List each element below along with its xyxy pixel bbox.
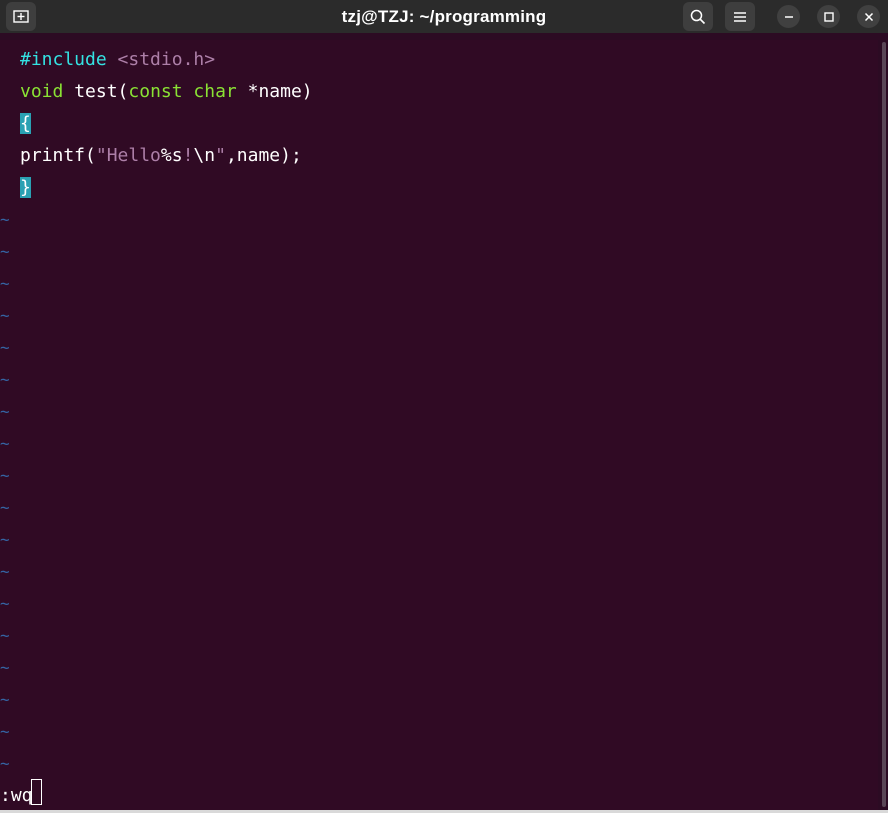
parameter: *name)	[247, 81, 313, 102]
code-line-open-brace: {	[20, 109, 31, 139]
close-icon	[864, 12, 873, 21]
format-specifier: %s	[160, 145, 183, 166]
keyword-char: char	[193, 81, 237, 102]
empty-line-marker: ~	[0, 338, 10, 357]
minimize-button[interactable]	[777, 5, 800, 28]
escape-sequence: \n	[193, 145, 216, 166]
empty-line-marker: ~	[0, 242, 10, 261]
keyword-const: const	[128, 81, 183, 102]
scrollbar-thumb[interactable]	[882, 42, 886, 807]
string-text: Hello	[106, 145, 161, 166]
text-cursor	[31, 779, 42, 805]
empty-line-marker: ~	[0, 274, 10, 293]
empty-line-marker: ~	[0, 562, 10, 581]
string-quote-open: "	[95, 145, 107, 166]
printf-args: ,name);	[225, 145, 302, 166]
search-icon	[690, 9, 706, 24]
empty-line-marker: ~	[0, 658, 10, 677]
hamburger-menu-icon	[734, 11, 746, 22]
search-button[interactable]	[683, 2, 713, 31]
empty-line-marker: ~	[0, 594, 10, 613]
matched-brace-open: {	[20, 113, 31, 134]
empty-line-marker: ~	[0, 626, 10, 645]
command-line[interactable]: :wq	[0, 781, 33, 811]
title-bar: tzj@TZJ: ~/programming	[0, 0, 888, 33]
empty-line-marker: ~	[0, 722, 10, 741]
minimize-icon	[784, 15, 793, 18]
include-header: <stdio.h>	[117, 49, 216, 70]
preprocessor-directive: #include	[20, 49, 107, 70]
empty-line-marker: ~	[0, 306, 10, 325]
matched-brace-close: }	[20, 177, 31, 198]
empty-line-marker: ~	[0, 530, 10, 549]
code-line-function-signature: void test(const char *name)	[20, 77, 313, 107]
empty-line-marker: ~	[0, 466, 10, 485]
code-line-printf: printf("Hello%s!\n",name);	[20, 141, 302, 171]
string-quote-close: "	[215, 145, 226, 166]
empty-line-marker: ~	[0, 434, 10, 453]
menu-button[interactable]	[725, 2, 755, 31]
function-name: test(	[74, 81, 129, 102]
string-bang: !	[182, 145, 194, 166]
keyword-void: void	[20, 81, 64, 102]
empty-line-marker: ~	[0, 498, 10, 517]
empty-line-marker: ~	[0, 690, 10, 709]
empty-line-marker: ~	[0, 210, 10, 229]
printf-call: printf(	[20, 145, 96, 166]
empty-line-marker: ~	[0, 370, 10, 389]
empty-line-marker: ~	[0, 754, 10, 773]
empty-line-marker: ~	[0, 402, 10, 421]
code-line-close-brace: }	[20, 173, 31, 203]
maximize-button[interactable]	[817, 5, 840, 28]
code-line-include: #include <stdio.h>	[20, 45, 215, 75]
maximize-icon	[823, 11, 834, 22]
close-button[interactable]	[857, 5, 880, 28]
